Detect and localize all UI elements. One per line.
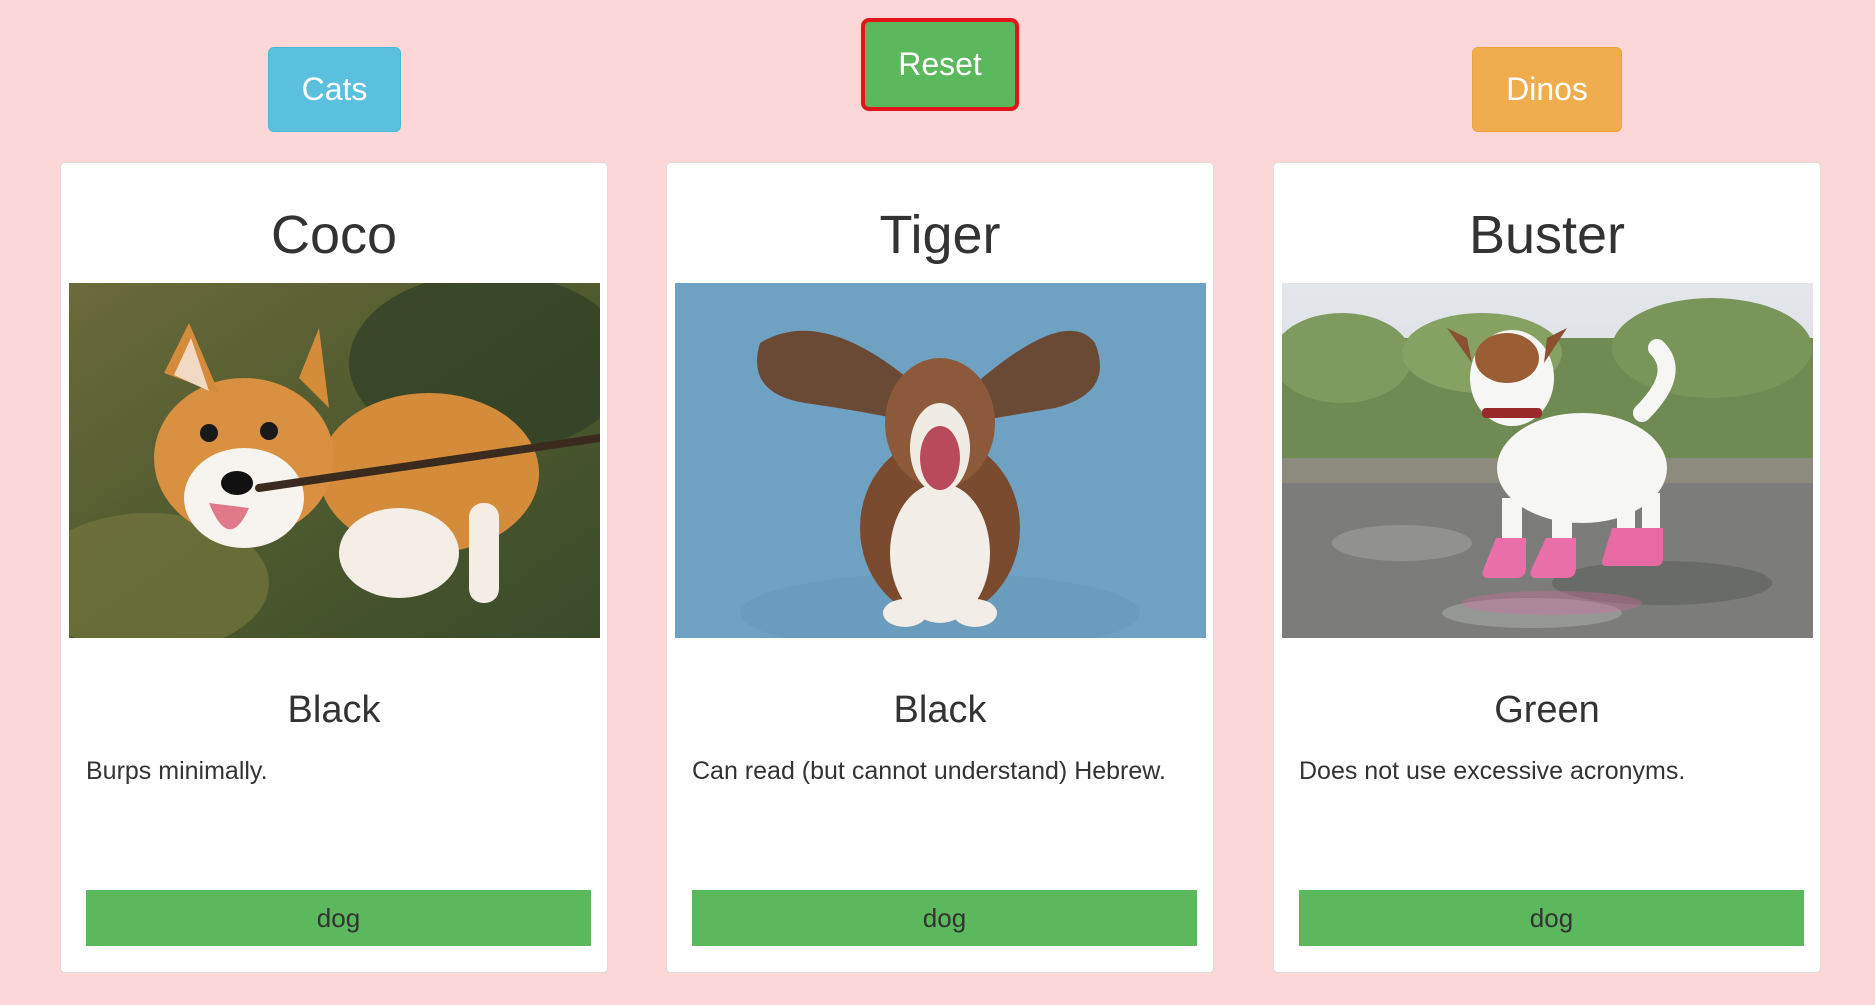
pet-color: Black bbox=[893, 689, 987, 731]
pet-gallery-page: Cats Reset Dinos Coco Black Burps minima… bbox=[0, 0, 1875, 1005]
pet-name: Buster bbox=[1468, 205, 1626, 265]
pet-type-tag-button[interactable]: dog bbox=[692, 890, 1197, 946]
pet-card-buster: Buster Green Does not use excessive acro… bbox=[1273, 162, 1821, 973]
terrier-photo bbox=[1282, 283, 1813, 638]
pet-description: Burps minimally. bbox=[86, 757, 268, 785]
pet-card-coco: Coco Black Burps minimally. dog bbox=[60, 162, 608, 973]
pet-name: Coco bbox=[270, 205, 398, 265]
pet-color: Black bbox=[287, 689, 381, 731]
basset-hound-photo bbox=[675, 283, 1206, 638]
dinos-filter-button[interactable]: Dinos bbox=[1472, 47, 1622, 132]
pet-type-tag-button[interactable]: dog bbox=[1299, 890, 1804, 946]
pet-color: Green bbox=[1494, 689, 1600, 731]
pet-description: Can read (but cannot understand) Hebrew. bbox=[692, 757, 1166, 785]
corgi-photo bbox=[69, 283, 600, 638]
cats-filter-button[interactable]: Cats bbox=[268, 47, 401, 132]
pet-name: Tiger bbox=[879, 205, 1001, 265]
pet-description: Does not use excessive acronyms. bbox=[1299, 757, 1686, 785]
reset-button[interactable]: Reset bbox=[861, 18, 1019, 111]
pet-card-tiger: Tiger Black Can read (but cannot underst… bbox=[666, 162, 1214, 973]
pet-type-tag-button[interactable]: dog bbox=[86, 890, 591, 946]
